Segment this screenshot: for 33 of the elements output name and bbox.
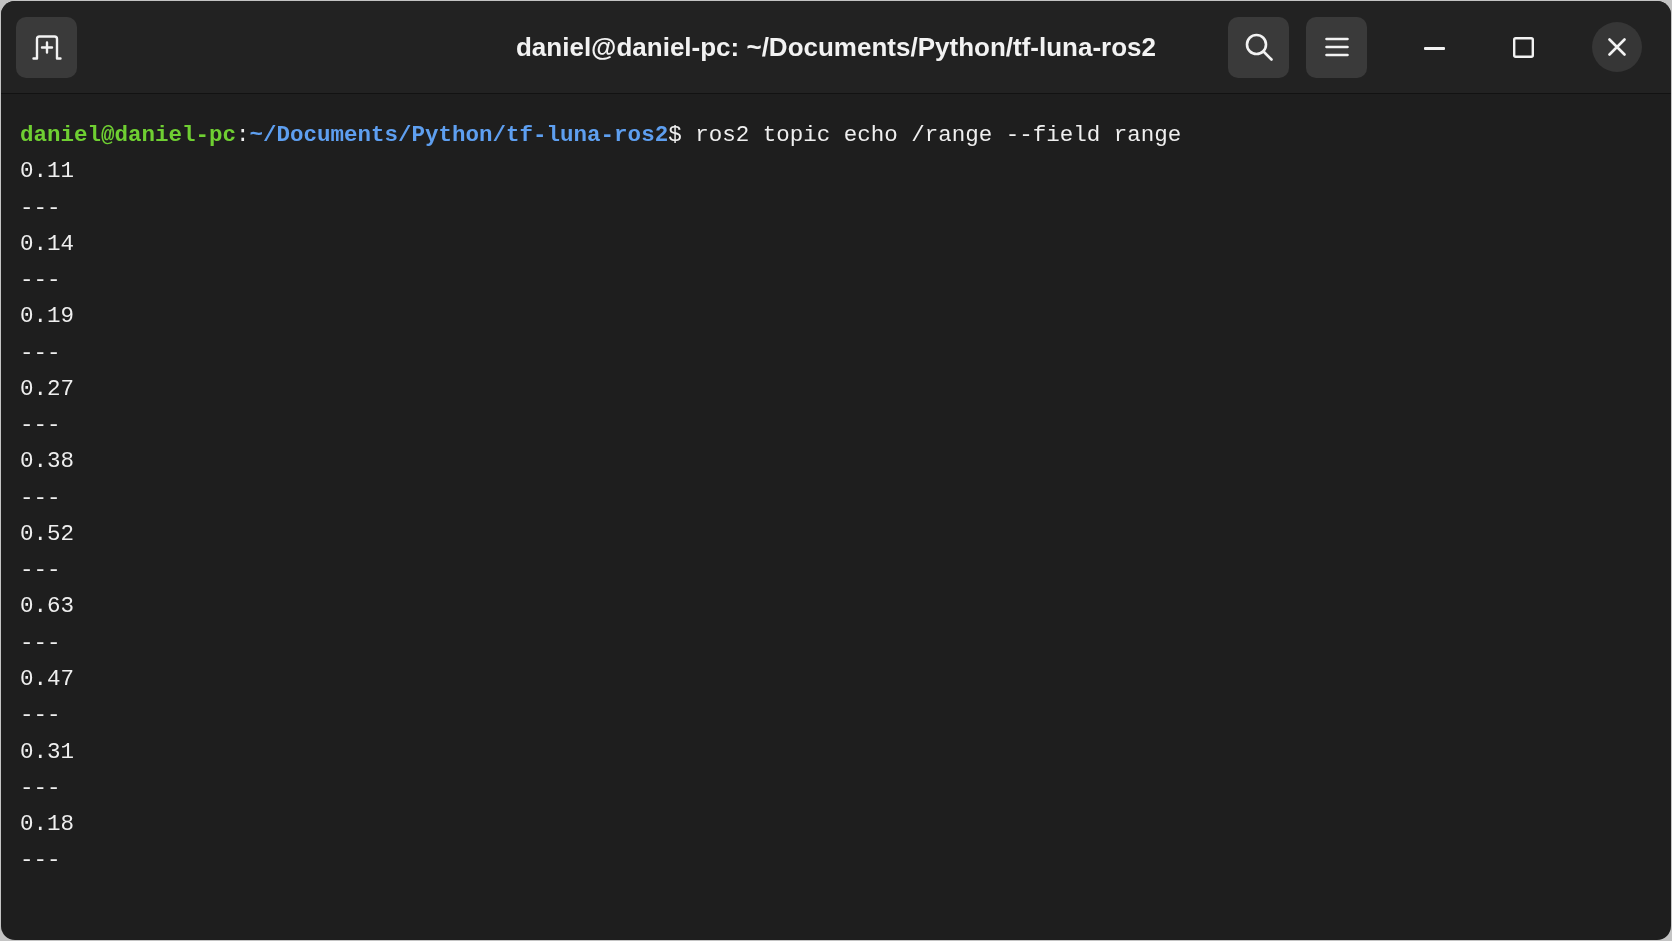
close-button[interactable] — [1592, 22, 1642, 72]
output-line: 0.19 — [20, 303, 74, 330]
output-line: 0.52 — [20, 520, 74, 547]
shell-prompt: daniel@daniel-pc:~/Documents/Python/tf-luna-ros2$ — [20, 122, 682, 148]
output-line: --- — [20, 412, 61, 439]
close-icon — [1608, 38, 1626, 56]
maximize-icon — [1512, 36, 1534, 58]
minimize-icon — [1423, 47, 1445, 50]
output-line: --- — [20, 847, 61, 874]
command-text: ros2 topic echo /range --field range — [695, 122, 1182, 148]
output-line: --- — [20, 629, 61, 656]
search-button[interactable] — [1228, 16, 1289, 78]
tab-plus-icon — [31, 34, 62, 60]
output-line: 0.27 — [20, 375, 74, 402]
output-line: --- — [20, 557, 61, 584]
output-line: 0.38 — [20, 448, 74, 475]
output-line: --- — [20, 339, 61, 366]
output-line: 0.18 — [20, 811, 74, 838]
output-line: 0.47 — [20, 666, 74, 692]
output-line: 0.14 — [20, 230, 74, 257]
menu-button[interactable] — [1306, 16, 1367, 78]
output-line: --- — [20, 702, 61, 729]
output-line: --- — [20, 194, 61, 221]
output-line: 0.11 — [20, 158, 74, 185]
output-line: --- — [20, 267, 61, 294]
output-line: 0.63 — [20, 593, 74, 620]
output-line: --- — [20, 484, 61, 511]
output-line: 0.31 — [20, 738, 74, 765]
menu-icon — [1324, 37, 1349, 57]
new-tab-button[interactable] — [16, 16, 77, 78]
search-icon — [1244, 33, 1273, 61]
output-line: --- — [20, 774, 61, 801]
window-title: daniel@daniel-pc: ~/Documents/Python/tf-luna-ros2 — [515, 30, 1156, 64]
